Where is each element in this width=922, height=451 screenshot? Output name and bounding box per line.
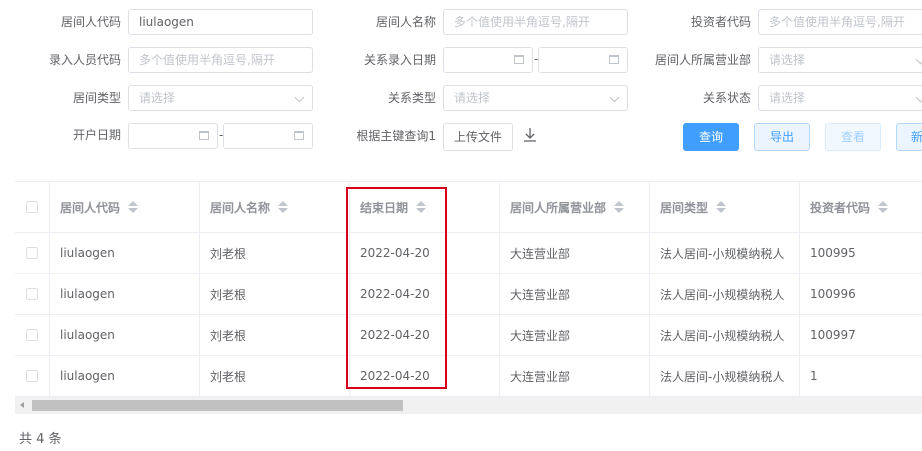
- cell-broker-code: liulaogen: [50, 315, 200, 355]
- header-label: 居间类型: [660, 200, 709, 215]
- cell-broker-branch: 大连营业部: [500, 274, 650, 314]
- scrollbar-thumb[interactable]: [32, 400, 403, 411]
- investor-code-label: 投资者代码: [690, 15, 751, 29]
- header-broker-name[interactable]: 居间人名称: [200, 182, 350, 232]
- cell-broker-type: 法人居间-小规模纳税人: [650, 274, 800, 314]
- row-checkbox[interactable]: [26, 329, 38, 341]
- scroll-left-arrow-icon[interactable]: [20, 402, 24, 408]
- cell-broker-branch: 大连营业部: [500, 233, 650, 273]
- header-investor-code[interactable]: 投资者代码: [800, 182, 922, 232]
- table-row[interactable]: liulaogen 刘老根 2022-04-20 大连营业部 法人居间-小规模纳…: [15, 233, 922, 274]
- row-select-cell: [15, 274, 50, 314]
- cell-broker-branch: 大连营业部: [500, 315, 650, 355]
- sort-icon[interactable]: [614, 201, 625, 213]
- column-highlight-box: [346, 187, 447, 389]
- row-checkbox[interactable]: [26, 247, 38, 259]
- cell-broker-name: 刘老根: [200, 356, 350, 396]
- cell-broker-code: liulaogen: [50, 233, 200, 273]
- broker-type-placeholder: 请选择: [139, 91, 176, 105]
- broker-branch-label: 居间人所属营业部: [654, 53, 751, 67]
- new-button[interactable]: 新: [896, 123, 922, 151]
- broker-code-label: 居间人代码: [60, 15, 121, 29]
- select-all-checkbox[interactable]: [26, 201, 38, 213]
- broker-type-label: 居间类型: [72, 91, 121, 105]
- download-icon[interactable]: [523, 127, 537, 143]
- cell-broker-branch: 大连营业部: [500, 356, 650, 396]
- broker-name-label: 居间人名称: [375, 15, 436, 29]
- cell-broker-code: liulaogen: [50, 356, 200, 396]
- horizontal-scrollbar[interactable]: [15, 397, 922, 414]
- row-checkbox[interactable]: [26, 370, 38, 382]
- cell-broker-type: 法人居间-小规模纳税人: [650, 315, 800, 355]
- header-label: 居间人代码: [60, 200, 121, 215]
- relation-type-select[interactable]: 请选择: [443, 85, 628, 111]
- broker-type-select[interactable]: 请选择: [128, 85, 313, 111]
- row-checkbox[interactable]: [26, 288, 38, 300]
- entry-user-code-label: 录入人员代码: [48, 53, 121, 67]
- cell-investor-code: 1: [810, 369, 818, 383]
- header-label: 投资者代码: [810, 200, 871, 215]
- calendar-icon: [294, 131, 304, 140]
- cell-broker-type: 法人居间-小规模纳税人: [650, 356, 800, 396]
- table-row[interactable]: liulaogen 刘老根 2022-04-20 大连营业部 法人居间-小规模纳…: [15, 356, 922, 397]
- table-row[interactable]: liulaogen 刘老根 2022-04-20 大连营业部 法人居间-小规模纳…: [15, 274, 922, 315]
- relation-status-select[interactable]: 请选择: [758, 85, 922, 111]
- cell-broker-name: 刘老根: [200, 315, 350, 355]
- total-count: 共 4 条: [19, 432, 62, 447]
- calendar-icon: [514, 55, 524, 64]
- broker-name-input[interactable]: 多个值使用半角逗号,隔开: [443, 9, 628, 35]
- cell-broker-name: 刘老根: [200, 274, 350, 314]
- relation-type-label: 关系类型: [387, 91, 436, 105]
- cell-investor-code: 100997: [810, 328, 856, 342]
- relation-entry-date-end[interactable]: [538, 47, 628, 73]
- chevron-down-icon: [609, 92, 620, 103]
- chevron-down-icon: [294, 92, 305, 103]
- calendar-icon: [199, 131, 209, 140]
- open-date-end[interactable]: [223, 123, 313, 149]
- relation-status-label: 关系状态: [702, 91, 751, 105]
- chevron-down-icon: [915, 92, 922, 103]
- sort-icon[interactable]: [278, 201, 289, 213]
- relation-type-placeholder: 请选择: [454, 91, 491, 105]
- relation-entry-date-start[interactable]: [443, 47, 533, 73]
- row-select-cell: [15, 356, 50, 396]
- header-broker-code[interactable]: 居间人代码: [50, 182, 200, 232]
- header-label: 居间人所属营业部: [510, 200, 607, 215]
- header-broker-type[interactable]: 居间类型: [650, 182, 800, 232]
- query-button[interactable]: 查询: [683, 123, 739, 151]
- row-select-cell: [15, 233, 50, 273]
- cell-investor-code: 100996: [810, 287, 856, 301]
- investor-code-input[interactable]: 多个值使用半角逗号,隔开: [758, 9, 922, 35]
- entry-user-code-input[interactable]: 多个值使用半角逗号,隔开: [128, 47, 313, 73]
- table-row[interactable]: liulaogen 刘老根 2022-04-20 大连营业部 法人居间-小规模纳…: [15, 315, 922, 356]
- open-date-label: 开户日期: [72, 128, 121, 142]
- sort-icon[interactable]: [128, 201, 139, 213]
- relation-entry-date-label: 关系录入日期: [363, 53, 436, 67]
- cell-broker-name: 刘老根: [200, 233, 350, 273]
- cell-broker-code: liulaogen: [50, 274, 200, 314]
- upload-file-button[interactable]: 上传文件: [443, 123, 513, 151]
- broker-branch-placeholder: 请选择: [769, 53, 806, 67]
- broker-branch-select[interactable]: 请选择: [758, 47, 922, 73]
- broker-code-input[interactable]: liulaogen: [128, 9, 313, 35]
- cell-investor-code: 100995: [810, 246, 856, 260]
- header-broker-branch[interactable]: 居间人所属营业部: [500, 182, 650, 232]
- view-button[interactable]: 查看: [825, 123, 881, 151]
- export-button[interactable]: 导出: [754, 123, 810, 151]
- row-select-cell: [15, 315, 50, 355]
- select-all-cell: [15, 182, 50, 232]
- header-label: 居间人名称: [210, 200, 271, 215]
- broker-relation-table: 居间人代码 居间人名称 结束日期 居间人所属营业部 居间类型 投资者代码 liu…: [15, 181, 922, 397]
- calendar-icon: [609, 55, 619, 64]
- chevron-down-icon: [915, 54, 922, 65]
- sort-icon[interactable]: [716, 201, 727, 213]
- open-date-start[interactable]: [128, 123, 218, 149]
- sort-icon[interactable]: [878, 201, 889, 213]
- table-header-row: 居间人代码 居间人名称 结束日期 居间人所属营业部 居间类型 投资者代码: [15, 182, 922, 233]
- relation-status-placeholder: 请选择: [769, 91, 806, 105]
- cell-broker-type: 法人居间-小规模纳税人: [650, 233, 800, 273]
- key-query-label: 根据主键查询1: [356, 129, 436, 143]
